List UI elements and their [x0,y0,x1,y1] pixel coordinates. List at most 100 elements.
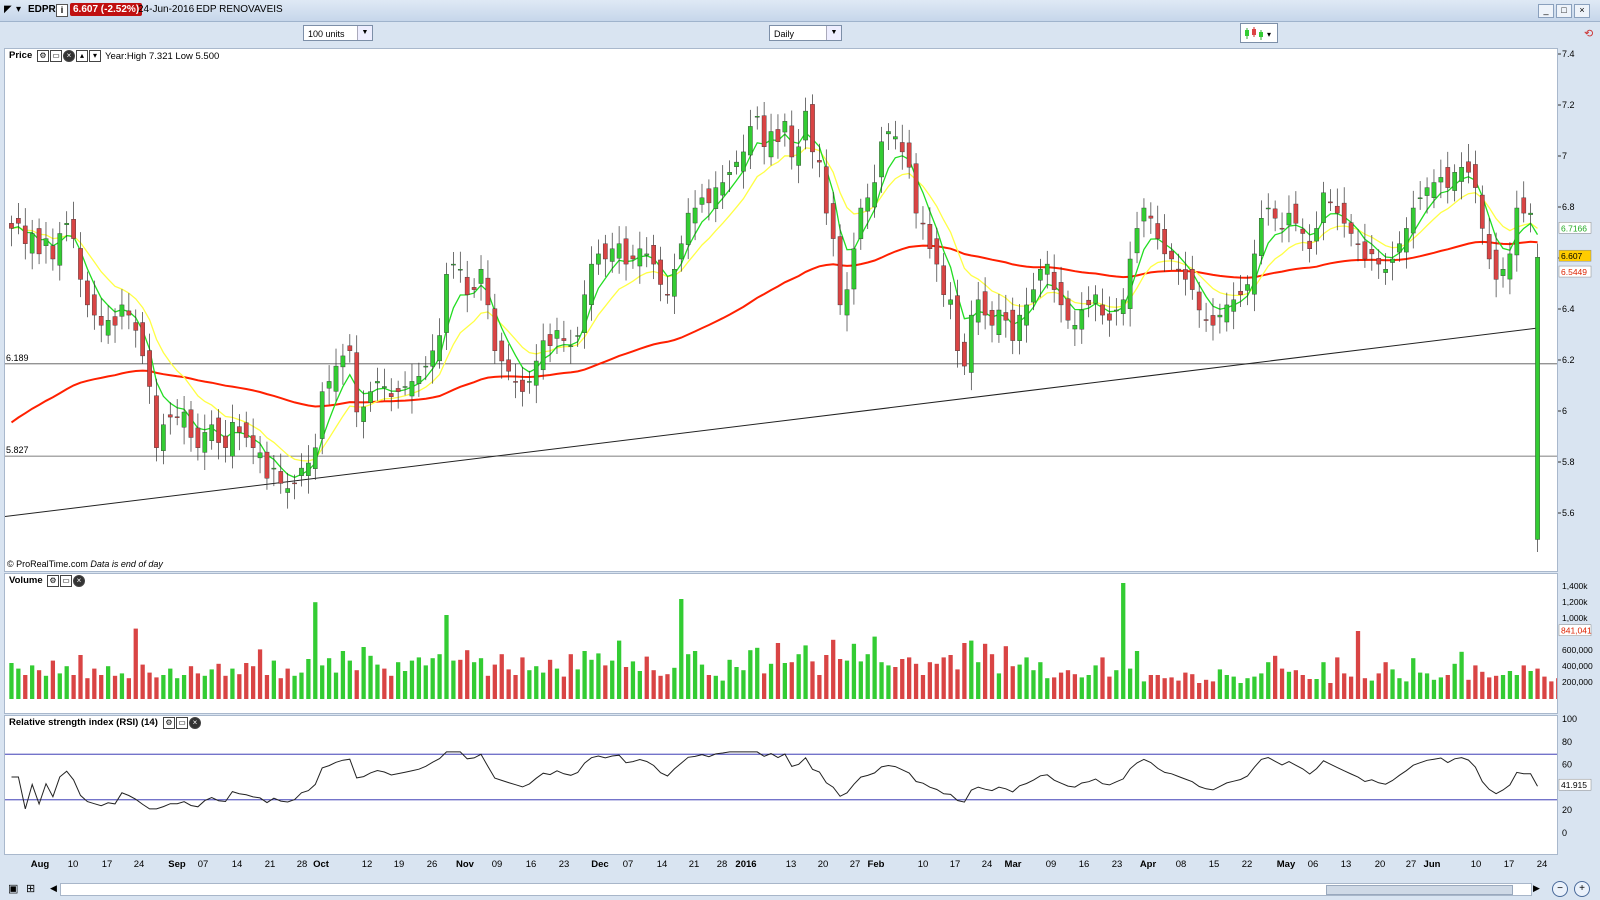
candle-body [181,411,187,428]
info-icon[interactable]: i [56,4,68,17]
volume-bar [1010,666,1015,699]
close-icon[interactable]: × [73,575,85,587]
candle-body [968,314,974,373]
volume-tick-label: 200,000 [1562,677,1593,687]
bottom-bar: ▣ ⊞ ◀ ▶ − + [0,878,1600,900]
close-icon[interactable]: × [63,50,75,62]
candle-body [685,212,691,245]
candle-body [271,467,277,470]
horizontal-scrollbar[interactable] [60,883,1532,896]
rsi-line [11,751,1538,810]
candle-body [665,294,670,296]
volume-bar [1307,679,1312,699]
tag-ma-fast-bg [1558,222,1592,234]
volume-bar [354,670,359,699]
volume-bar [927,662,933,699]
screenshot-icon[interactable]: ▣ [8,882,18,895]
candle-body [1141,207,1147,222]
chart-type-button[interactable]: ▾ [1240,23,1278,43]
zoom-in-icon[interactable]: + [1574,881,1590,897]
sync-icon[interactable]: ⟲ [1584,27,1593,40]
candle-body [209,424,215,441]
units-select[interactable]: 100 units ▼ [303,25,373,41]
volume-bar [1411,658,1416,699]
candle-body [540,340,546,371]
units-value: 100 units [308,29,345,39]
x-axis-label: 14 [657,859,668,870]
candle-body [527,381,532,383]
move-down-icon[interactable]: ▾ [89,50,101,62]
candle-body [1086,299,1092,306]
volume-bar [1072,674,1078,699]
minimize-button[interactable]: _ [1538,4,1554,18]
volume-bar [1355,631,1361,699]
candle-body [658,259,663,285]
volume-bar [699,664,705,699]
tag-ma-slow-bg [1558,265,1592,278]
period-value: Daily [774,29,795,39]
candle-body [1341,202,1347,224]
volume-bar [1086,675,1091,699]
candle-body [382,386,387,389]
candle-body [1107,313,1112,321]
grid-icon[interactable]: ⊞ [26,882,35,895]
scroll-left-icon[interactable]: ◀ [50,883,57,894]
volume-bar [1031,670,1036,699]
volume-bar [437,654,442,699]
volume-bar [817,675,822,699]
volume-bar [36,670,42,699]
volume-tick-label: 400,000 [1562,661,1593,671]
x-axis-label: 13 [1341,859,1352,870]
candle-body [609,248,615,262]
x-axis-label: 12 [362,859,373,870]
price-pane[interactable]: 6.189 5.827 Price ⚙ ▭ × ▴ ▾ Year:High 7.321 L… [4,48,1558,572]
x-axis-label: May [1277,859,1296,870]
rsi-chart[interactable] [5,716,1557,854]
volume-bar [554,668,560,699]
scrollbar-thumb[interactable] [1326,885,1513,895]
volume-chart[interactable] [5,574,1557,713]
candle-body [195,427,201,448]
candle-body [1417,197,1423,200]
candle-body [22,225,28,244]
candle-body [485,277,491,306]
chevron-down-icon[interactable]: ▼ [826,26,841,40]
price-chart[interactable]: 6.189 5.827 [5,49,1557,571]
candle-body [575,335,581,337]
volume-bar [1148,675,1153,699]
rsi-pane[interactable]: Relative strength index (RSI) (14) ⚙ ▭ × [4,715,1558,855]
window-icon[interactable]: ▭ [50,50,62,62]
close-button[interactable]: × [1574,4,1590,18]
zoom-out-icon[interactable]: − [1552,881,1568,897]
candle-body [361,406,366,422]
wrench-icon[interactable]: ⚙ [163,717,175,729]
close-icon[interactable]: × [189,717,201,729]
volume-bar [333,672,339,699]
candle-body [1307,240,1313,249]
volume-bar [257,649,263,699]
window-icon[interactable]: ▭ [60,575,72,587]
period-select[interactable]: Daily ▼ [769,25,842,41]
volume-bar [30,665,35,699]
wrench-icon[interactable]: ⚙ [47,575,59,587]
candle-body [478,268,484,284]
volume-pane[interactable]: Volume ⚙ ▭ × [4,573,1558,714]
maximize-button[interactable]: □ [1556,4,1572,18]
candle-body [1466,161,1471,173]
candle-body [1017,314,1022,341]
candle-body [57,233,63,266]
volume-bar [320,665,325,699]
volume-bar [382,668,387,699]
volume-bar [1183,672,1188,699]
move-up-icon[interactable]: ▴ [76,50,88,62]
chevron-down-icon[interactable]: ▼ [357,26,372,40]
volume-bar [1445,675,1450,699]
candle-body [1176,268,1181,271]
dropdown-icon[interactable]: ▾ [16,4,21,15]
volume-bar [264,675,270,699]
wrench-icon[interactable]: ⚙ [37,50,49,62]
volume-bar [1369,680,1374,699]
candle-body [299,467,304,476]
scroll-right-icon[interactable]: ▶ [1533,883,1540,894]
window-icon[interactable]: ▭ [176,717,188,729]
